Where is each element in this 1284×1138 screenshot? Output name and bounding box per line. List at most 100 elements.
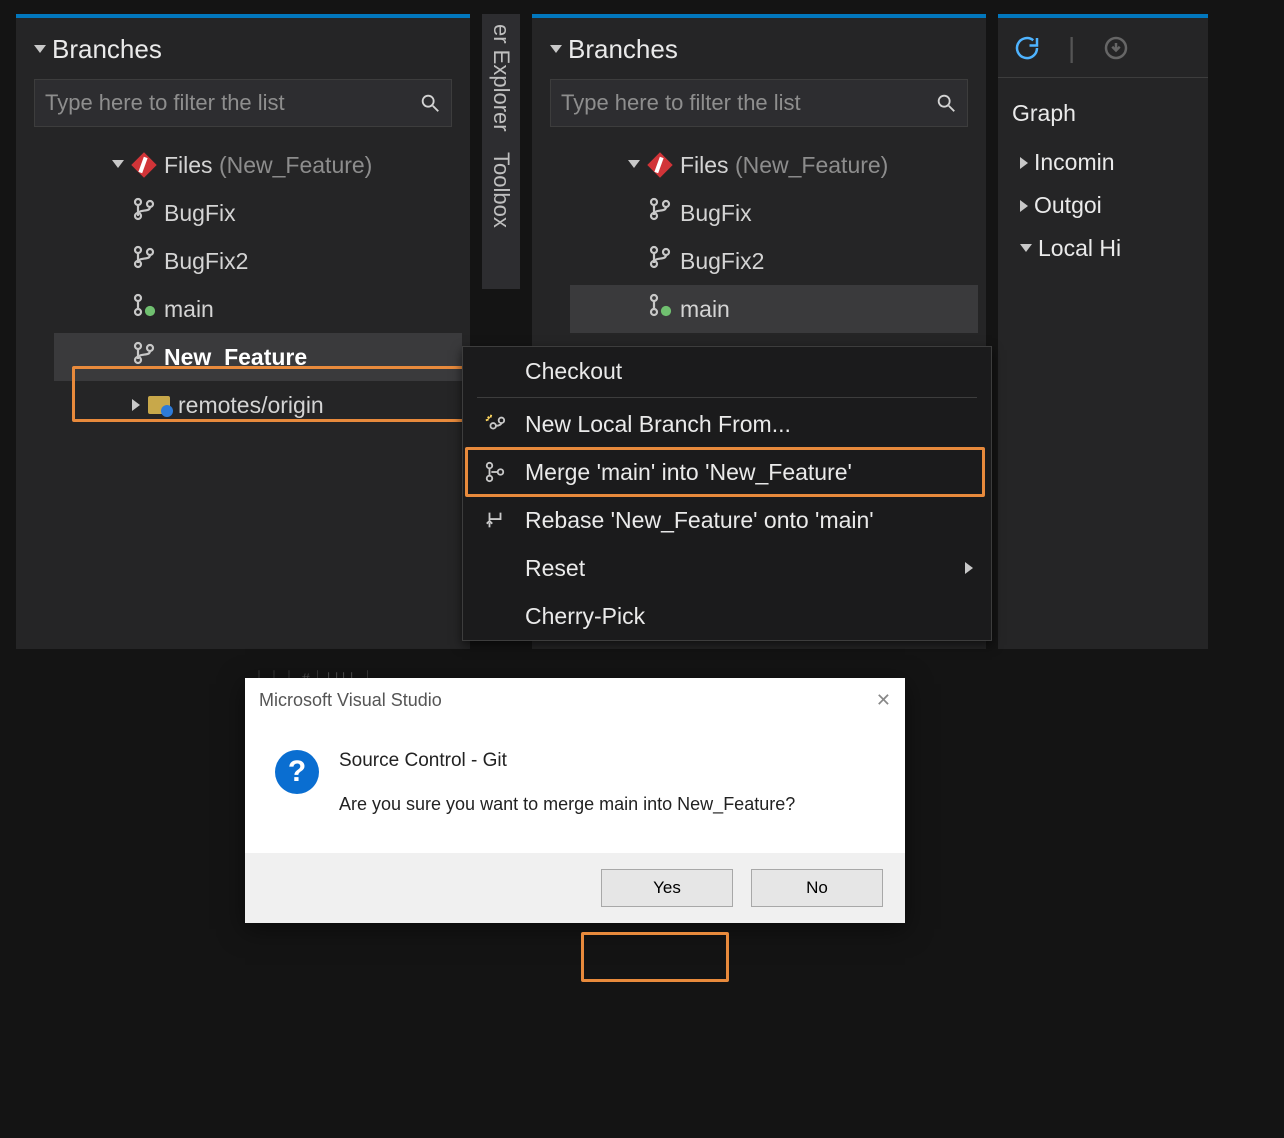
branch-label: BugFix bbox=[164, 195, 236, 232]
branch-context-menu: Checkout New Local Branch From... Merge … bbox=[462, 346, 992, 641]
branch-item-bugfix[interactable]: BugFix bbox=[54, 189, 462, 237]
label: Checkout bbox=[525, 358, 622, 385]
branch-label: New_Feature bbox=[164, 339, 307, 376]
label: Merge 'main' into 'New_Feature' bbox=[525, 459, 852, 486]
label: Local Hi bbox=[1038, 235, 1121, 262]
tree-files-node[interactable]: Files (New_Feature) bbox=[54, 141, 462, 189]
files-label: Files bbox=[680, 152, 735, 178]
branch-label: BugFix2 bbox=[680, 243, 764, 280]
branches-header[interactable]: Branches bbox=[540, 30, 978, 79]
branches-title: Branches bbox=[568, 34, 678, 65]
ctx-merge[interactable]: Merge 'main' into 'New_Feature' bbox=[463, 448, 991, 496]
sidebar-tab-strip[interactable]: er Explorer Toolbox bbox=[482, 14, 520, 289]
branch-icon bbox=[132, 339, 156, 376]
branch-icon bbox=[132, 195, 156, 232]
branch-item-bugfix[interactable]: BugFix bbox=[570, 189, 978, 237]
branch-item-newfeature[interactable]: New_Feature bbox=[54, 333, 462, 381]
chevron-right-icon bbox=[1020, 200, 1028, 212]
graph-toolbar: | bbox=[998, 18, 1208, 78]
dialog-footer: Yes No bbox=[245, 853, 905, 923]
branch-icon bbox=[648, 291, 672, 328]
ctx-rebase[interactable]: Rebase 'New_Feature' onto 'main' bbox=[463, 496, 991, 544]
rebase-icon bbox=[481, 509, 509, 531]
graph-panel: | Graph Incomin Outgoi Local Hi bbox=[998, 14, 1208, 649]
folder-icon bbox=[148, 396, 170, 414]
dialog-title: Microsoft Visual Studio bbox=[259, 690, 442, 711]
files-label: Files bbox=[164, 152, 219, 178]
label: Rebase 'New_Feature' onto 'main' bbox=[525, 507, 874, 534]
tab-server-explorer[interactable]: er Explorer bbox=[488, 24, 514, 132]
graph-body: Graph Incomin Outgoi Local Hi bbox=[998, 78, 1208, 284]
merge-icon bbox=[481, 461, 509, 483]
fetch-icon[interactable] bbox=[1101, 33, 1131, 63]
no-button[interactable]: No bbox=[751, 869, 883, 907]
branch-label: BugFix bbox=[680, 195, 752, 232]
search-icon[interactable] bbox=[935, 92, 957, 114]
label: Reset bbox=[525, 555, 585, 582]
branch-label: BugFix2 bbox=[164, 243, 248, 280]
filter-box[interactable] bbox=[34, 79, 452, 127]
yes-button[interactable]: Yes bbox=[601, 869, 733, 907]
branch-label: remotes/origin bbox=[178, 387, 324, 424]
tab-toolbox[interactable]: Toolbox bbox=[488, 152, 514, 228]
ctx-reset[interactable]: Reset bbox=[463, 544, 991, 592]
question-icon: ? bbox=[275, 750, 319, 794]
git-repo-icon bbox=[132, 153, 156, 177]
collage-top-row: Branches Files (New_Feature) BugFix bbox=[0, 0, 1284, 649]
chevron-down-icon bbox=[1020, 244, 1032, 252]
chevron-down-icon bbox=[34, 45, 46, 53]
branch-item-main[interactable]: main bbox=[570, 285, 978, 333]
branch-label: main bbox=[680, 291, 730, 328]
chevron-down-icon bbox=[112, 160, 124, 168]
label: New Local Branch From... bbox=[525, 411, 791, 438]
git-repo-icon bbox=[648, 153, 672, 177]
dialog-wrapper: Microsoft Visual Studio ✕ ? Source Contr… bbox=[245, 678, 905, 923]
close-icon[interactable]: ✕ bbox=[876, 690, 891, 711]
branch-tree: Files (New_Feature) BugFix BugFix2 main bbox=[540, 141, 978, 333]
annotation-highlight bbox=[581, 932, 729, 982]
toolbar-separator: | bbox=[1068, 32, 1075, 64]
context-menu-separator bbox=[477, 397, 977, 398]
confirm-merge-dialog: Microsoft Visual Studio ✕ ? Source Contr… bbox=[245, 678, 905, 923]
chevron-down-icon bbox=[550, 45, 562, 53]
label: Outgoi bbox=[1034, 192, 1102, 219]
branches-panel-left: Branches Files (New_Feature) BugFix bbox=[16, 14, 470, 649]
dialog-body: ? Source Control - Git Are you sure you … bbox=[245, 722, 905, 853]
search-icon[interactable] bbox=[419, 92, 441, 114]
filter-input[interactable] bbox=[561, 90, 935, 116]
branches-title: Branches bbox=[52, 34, 162, 65]
branch-item-remotes[interactable]: remotes/origin bbox=[54, 381, 462, 429]
label: Incomin bbox=[1034, 149, 1115, 176]
branch-icon bbox=[132, 291, 156, 328]
dialog-heading: Source Control - Git bbox=[339, 750, 795, 772]
filter-box[interactable] bbox=[550, 79, 968, 127]
branch-item-bugfix2[interactable]: BugFix2 bbox=[54, 237, 462, 285]
chevron-down-icon bbox=[628, 160, 640, 168]
branch-label: main bbox=[164, 291, 214, 328]
graph-incoming[interactable]: Incomin bbox=[1010, 141, 1196, 184]
filter-input[interactable] bbox=[45, 90, 419, 116]
chevron-right-icon bbox=[1020, 157, 1028, 169]
refresh-icon[interactable] bbox=[1012, 33, 1042, 63]
sparkle-branch-icon bbox=[481, 413, 509, 435]
chevron-right-icon bbox=[132, 399, 140, 411]
branches-header[interactable]: Branches bbox=[24, 30, 462, 79]
branch-icon bbox=[648, 195, 672, 232]
dialog-titlebar[interactable]: Microsoft Visual Studio ✕ bbox=[245, 678, 905, 722]
dialog-message: Are you sure you want to merge main into… bbox=[339, 794, 795, 815]
branch-tree: Files (New_Feature) BugFix BugFix2 main bbox=[24, 141, 462, 429]
files-current-branch: (New_Feature) bbox=[735, 152, 888, 178]
branch-icon bbox=[648, 243, 672, 280]
ctx-checkout[interactable]: Checkout bbox=[463, 347, 991, 395]
graph-heading: Graph bbox=[1010, 92, 1196, 141]
label: Cherry-Pick bbox=[525, 603, 645, 630]
ctx-cherry-pick[interactable]: Cherry-Pick bbox=[463, 592, 991, 640]
files-current-branch: (New_Feature) bbox=[219, 152, 372, 178]
graph-localhistory[interactable]: Local Hi bbox=[1010, 227, 1196, 270]
branch-item-main[interactable]: main bbox=[54, 285, 462, 333]
tree-files-node[interactable]: Files (New_Feature) bbox=[570, 141, 978, 189]
branch-icon bbox=[132, 243, 156, 280]
ctx-new-local-branch[interactable]: New Local Branch From... bbox=[463, 400, 991, 448]
branch-item-bugfix2[interactable]: BugFix2 bbox=[570, 237, 978, 285]
graph-outgoing[interactable]: Outgoi bbox=[1010, 184, 1196, 227]
